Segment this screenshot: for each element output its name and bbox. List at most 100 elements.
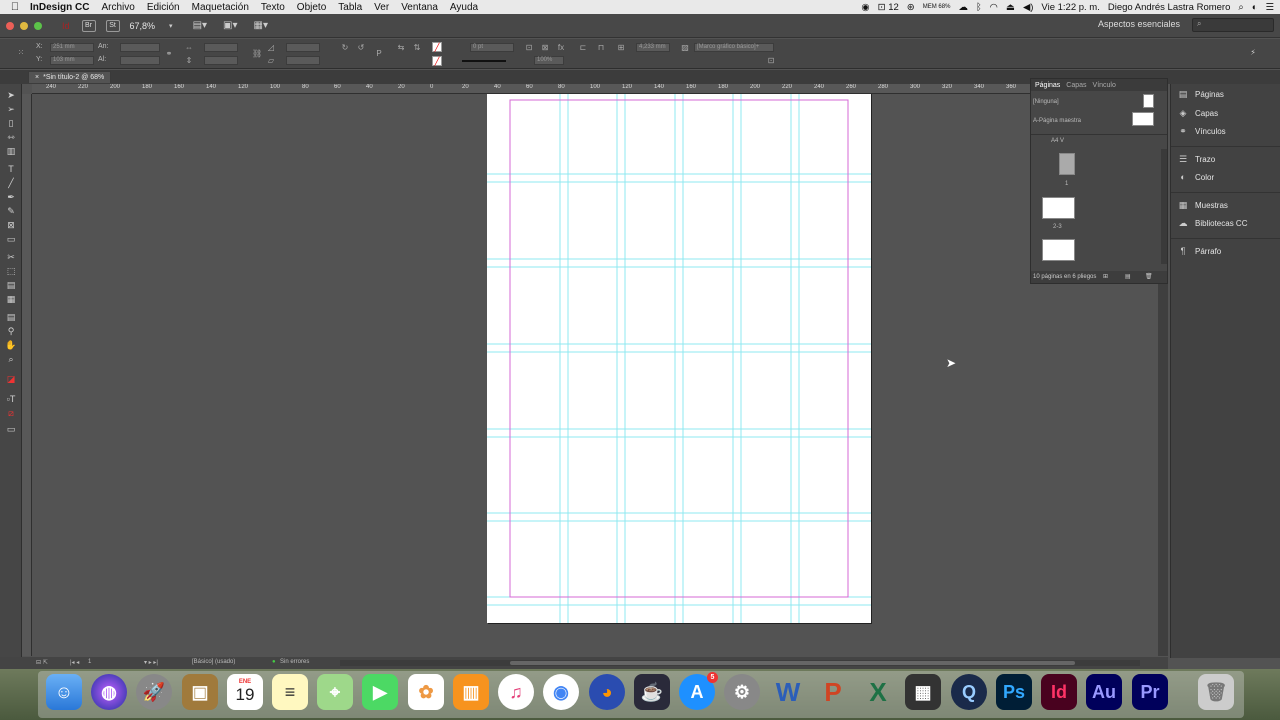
chrome-icon[interactable]: ◉ [543, 674, 579, 710]
dock-muestras[interactable]: ▦ Muestras [1177, 198, 1228, 212]
screen-mode-icon[interactable]: ▭ [5, 424, 17, 435]
spread-2-3-thumbnail[interactable] [1042, 197, 1075, 219]
indesign-icon[interactable]: Id [1041, 674, 1077, 710]
menu-maquetacion[interactable]: Maquetación [192, 2, 249, 13]
page-size-icon[interactable]: ⊞ [1103, 271, 1108, 283]
clock[interactable]: Vie 1:22 p. m. [1041, 2, 1099, 13]
firefox-icon[interactable]: ◕ [589, 674, 625, 710]
horizontal-ruler[interactable]: 240 220 200 180 160 140 120 100 80 60 40 20 0 20 40 60 8… [32, 84, 1158, 94]
dock-capas[interactable]: ◈ Capas [1177, 106, 1219, 120]
page-nav-icons[interactable]: ⊟ ⇱ [36, 659, 48, 666]
align-left-icon[interactable]: ⊏ [578, 43, 588, 53]
gradient-tool-icon[interactable]: ▤ [5, 280, 17, 291]
preflight-status[interactable]: Sin errores [280, 659, 309, 665]
delete-page-icon[interactable]: 🗑 [1145, 271, 1153, 283]
photoshop-icon[interactable]: Ps [996, 674, 1032, 710]
free-transform-tool-icon[interactable]: ⬚ [5, 266, 17, 277]
rectangle-frame-tool-icon[interactable]: ⊠ [5, 220, 17, 231]
dock-paginas[interactable]: ▤ Páginas [1177, 87, 1224, 101]
pen-tool-icon[interactable]: ✒ [5, 192, 17, 203]
volume-icon[interactable]: ◀) [1023, 2, 1033, 13]
zoom-select[interactable]: 67,8% [130, 21, 156, 31]
page-tool-icon[interactable]: ▯ [5, 118, 17, 129]
horizontal-scroll-thumb[interactable] [510, 661, 1075, 665]
audition-icon[interactable]: Au [1086, 674, 1122, 710]
gap-tool-icon[interactable]: ⇿ [5, 132, 17, 143]
view-options-button[interactable]: ▤▾ [193, 20, 207, 31]
page-1-thumbnail[interactable] [1059, 153, 1075, 175]
tab-capas[interactable]: Capas [1066, 82, 1086, 89]
close-tab-icon[interactable]: × [35, 74, 39, 81]
system-preferences-icon[interactable]: ⚙ [724, 674, 760, 710]
stroke-weight-field[interactable]: 0 pt [470, 43, 514, 52]
fill-swatch-icon[interactable]: ╱ [432, 42, 442, 52]
menu-ver[interactable]: Ver [374, 2, 389, 13]
tab-paginas[interactable]: Páginas [1035, 82, 1060, 89]
x-field[interactable]: 251 mm [50, 43, 94, 52]
tab-vinculo[interactable]: Vínculo [1093, 82, 1116, 89]
quicktime-icon[interactable]: Q [951, 674, 987, 710]
link-scale-icon[interactable]: ⛓ [252, 49, 262, 59]
calendar-icon[interactable]: ENE 19 [227, 674, 263, 710]
horizontal-scrollbar[interactable] [340, 660, 1140, 666]
menu-archivo[interactable]: Archivo [101, 2, 134, 13]
sync-icon[interactable]: ⊛ [907, 2, 915, 13]
menu-ventana[interactable]: Ventana [401, 2, 438, 13]
excel-icon[interactable]: X [860, 674, 896, 710]
type-tool-icon[interactable]: T [5, 164, 17, 175]
app-store-icon[interactable]: A5 [679, 672, 718, 710]
notification-count[interactable]: ⊡ 12 [878, 2, 899, 13]
powerpoint-icon[interactable]: P [815, 674, 851, 710]
selection-tool-icon[interactable]: ➤ [5, 90, 17, 101]
dock-vinculos[interactable]: ⚭ Vínculos [1177, 124, 1225, 138]
page-number-field[interactable]: 1 [88, 659, 91, 665]
content-fitting-icon[interactable]: ⊞ [616, 43, 626, 53]
app-menu[interactable]: InDesign CC [30, 2, 89, 13]
bluetooth-icon[interactable]: ᛒ [976, 2, 982, 13]
apply-none-icon[interactable]: ⧄ [5, 408, 17, 419]
gradient-feather-tool-icon[interactable]: ▦ [5, 294, 17, 305]
premiere-icon[interactable]: Pr [1132, 674, 1168, 710]
fill-stroke-swatch-icon[interactable]: ◪ [5, 374, 17, 385]
stroke-swatch-icon[interactable]: ╱ [432, 56, 442, 66]
arrange-documents-button[interactable]: ▦▾ [254, 20, 268, 31]
search-field[interactable]: ⌕ [1192, 18, 1274, 32]
flip-horizontal-icon[interactable]: ⇆ [396, 43, 406, 53]
shear-field[interactable] [286, 56, 320, 65]
itunes-icon[interactable]: ♫ [498, 674, 534, 710]
content-collector-icon[interactable]: ▥ [5, 146, 17, 157]
workspace-switcher[interactable]: Aspectos esenciales [1098, 19, 1180, 29]
opacity-field[interactable]: 100% [534, 56, 564, 65]
width-field[interactable] [120, 43, 160, 52]
menu-tabla[interactable]: Tabla [338, 2, 362, 13]
document-page[interactable] [487, 94, 871, 623]
fit-frame-icon[interactable]: ⊠ [540, 43, 550, 53]
text-frame-icon[interactable]: P [374, 49, 384, 59]
photo-booth-icon[interactable]: ▦ [905, 674, 941, 710]
dock-bibliotecas[interactable]: ☁ Bibliotecas CC [1177, 216, 1248, 230]
spread-4-5-thumbnail[interactable] [1042, 239, 1075, 261]
menu-ayuda[interactable]: Ayuda [450, 2, 478, 13]
none-master-label[interactable]: [Ninguna] [1033, 99, 1059, 105]
rotate-field[interactable] [286, 43, 320, 52]
rotate-ccw-icon[interactable]: ↺ [356, 43, 366, 53]
apple-icon[interactable]:  [0, 1, 30, 13]
height-field[interactable] [120, 56, 160, 65]
frame-fitting-icon[interactable]: ⊡ [766, 56, 776, 66]
none-master-thumbnail[interactable] [1143, 94, 1154, 108]
master-page-label[interactable]: A-Página maestra [1033, 118, 1081, 124]
document-tab[interactable]: × *Sin título-2 @ 68% [28, 71, 112, 83]
eject-icon[interactable]: ⏏ [1006, 2, 1015, 13]
siri-icon[interactable]: ◍ [91, 674, 127, 710]
new-page-icon[interactable]: ▤ [1125, 271, 1131, 283]
menu-edicion[interactable]: Edición [147, 2, 180, 13]
direct-selection-tool-icon[interactable]: ➢ [5, 104, 17, 115]
zoom-tool-icon[interactable]: ⌕ [5, 354, 17, 365]
launchpad-icon[interactable]: 🚀 [136, 674, 172, 710]
master-page-thumbnail[interactable] [1132, 112, 1154, 126]
page-size-label[interactable]: A4 V [1051, 138, 1064, 144]
rectangle-tool-icon[interactable]: ▭ [5, 234, 17, 245]
dock-color[interactable]: ◐ Color [1177, 170, 1214, 184]
fx-icon[interactable]: fx [556, 43, 566, 53]
pages-panel-scrollbar[interactable] [1161, 149, 1167, 264]
